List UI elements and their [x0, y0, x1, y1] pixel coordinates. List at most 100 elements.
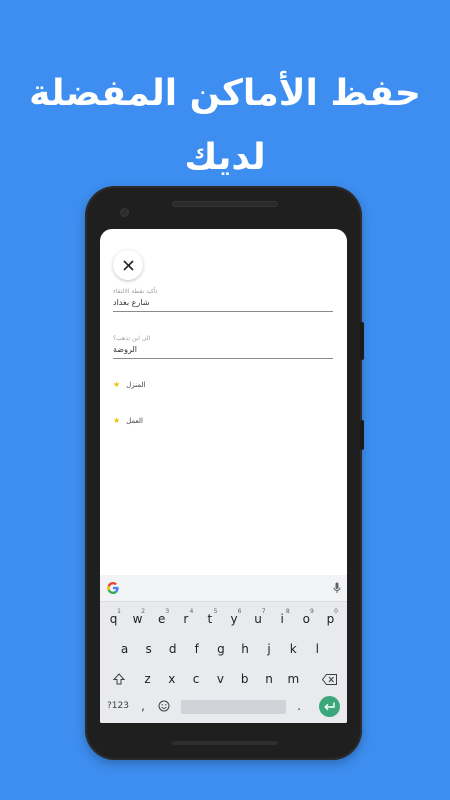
key-hint: 7: [261, 608, 266, 615]
star-icon: ★: [113, 416, 121, 425]
app-screen: تأكيد نقطة الالتقاء شارع بغداد الى اين ت…: [100, 229, 347, 723]
key-label: i: [280, 612, 284, 626]
soft-keyboard: q1w2e3r4t5y6u7i8o9p0 asdfghjkl zxcvbnm ?…: [100, 575, 347, 723]
key-m[interactable]: m: [283, 667, 304, 691]
comma-key[interactable]: ,: [136, 696, 150, 716]
key-c[interactable]: c: [186, 667, 207, 691]
destination-input[interactable]: الروضة: [113, 343, 333, 357]
key-r[interactable]: r4: [175, 607, 196, 631]
key-y[interactable]: y6: [224, 607, 245, 631]
key-label: y: [230, 612, 238, 626]
key-a[interactable]: a: [114, 637, 135, 661]
keyboard-toolbar: [100, 575, 347, 602]
key-label: g: [217, 642, 225, 656]
key-label: d: [168, 642, 177, 656]
key-b[interactable]: b: [234, 667, 255, 691]
power-button: [360, 322, 364, 360]
microphone-icon[interactable]: [333, 582, 341, 594]
key-label: c: [192, 672, 200, 686]
period-key[interactable]: .: [292, 696, 306, 716]
key-s[interactable]: s: [138, 637, 159, 661]
pickup-input[interactable]: شارع بغداد: [113, 296, 333, 310]
key-label: v: [216, 672, 224, 686]
key-d[interactable]: d: [162, 637, 183, 661]
key-label: o: [302, 612, 310, 626]
space-bar[interactable]: [181, 700, 286, 714]
pickup-label: تأكيد نقطة الالتقاء: [113, 288, 158, 295]
key-w[interactable]: w2: [127, 607, 148, 631]
key-hint: 0: [334, 608, 338, 615]
key-label: j: [267, 642, 271, 656]
destination-field[interactable]: الى اين تذهب؟ الروضة: [113, 335, 333, 359]
key-h[interactable]: h: [235, 637, 256, 661]
key-label: m: [287, 672, 300, 686]
key-label: l: [315, 642, 319, 656]
key-label: b: [240, 672, 249, 686]
key-k[interactable]: k: [283, 637, 304, 661]
key-f[interactable]: f: [186, 637, 207, 661]
key-hint: 5: [213, 608, 218, 615]
favorite-home-label: المنزل: [126, 381, 146, 389]
key-hint: 4: [189, 608, 194, 615]
key-q[interactable]: q1: [103, 607, 124, 631]
backspace-icon: [321, 673, 337, 685]
close-icon: [122, 259, 134, 271]
key-o[interactable]: o9: [296, 607, 317, 631]
key-label: n: [265, 672, 273, 686]
favorite-home[interactable]: ★ المنزل: [113, 380, 145, 390]
backspace-key[interactable]: [317, 667, 341, 691]
key-u[interactable]: u7: [248, 607, 269, 631]
key-label: f: [194, 642, 199, 656]
key-label: a: [120, 642, 129, 656]
key-hint: 1: [117, 608, 121, 615]
key-label: q: [109, 612, 118, 626]
key-i[interactable]: i8: [272, 607, 293, 631]
shift-icon: [112, 673, 125, 685]
front-camera: [120, 208, 129, 217]
enter-icon: [324, 702, 335, 711]
key-label: u: [254, 612, 262, 626]
key-hint: 6: [237, 608, 242, 615]
symbols-key[interactable]: ?123: [104, 696, 132, 716]
key-label: z: [144, 672, 151, 686]
emoji-icon: [158, 700, 170, 712]
top-speaker: [172, 201, 278, 207]
shift-key[interactable]: [108, 667, 129, 691]
headline: حفظ الأماكن المفضلة لديك: [29, 73, 421, 178]
google-icon[interactable]: [106, 581, 120, 595]
favorite-work[interactable]: ★ العمل: [113, 416, 143, 426]
key-label: h: [241, 642, 249, 656]
destination-label: الى اين تذهب؟: [113, 335, 151, 342]
key-hint: 2: [141, 608, 146, 615]
key-label: k: [289, 642, 297, 656]
key-label: e: [157, 612, 166, 626]
key-j[interactable]: j: [259, 637, 280, 661]
pickup-field[interactable]: تأكيد نقطة الالتقاء شارع بغداد: [113, 288, 333, 312]
key-hint: 9: [309, 608, 314, 615]
destination-underline: [113, 358, 333, 359]
bottom-speaker: [172, 741, 278, 745]
key-label: r: [183, 612, 189, 626]
enter-key[interactable]: [319, 696, 340, 717]
key-label: t: [207, 612, 213, 626]
key-label: x: [168, 672, 176, 686]
close-button[interactable]: [113, 250, 143, 280]
key-v[interactable]: v: [210, 667, 231, 691]
key-z[interactable]: z: [137, 667, 158, 691]
key-g[interactable]: g: [210, 637, 231, 661]
volume-button: [360, 420, 364, 450]
emoji-key[interactable]: [155, 696, 173, 716]
key-label: p: [326, 612, 335, 626]
star-icon: ★: [113, 380, 121, 389]
favorite-work-label: العمل: [126, 417, 143, 425]
key-hint: 3: [165, 608, 170, 615]
key-n[interactable]: n: [259, 667, 280, 691]
key-l[interactable]: l: [307, 637, 328, 661]
key-e[interactable]: e3: [151, 607, 172, 631]
pickup-underline: [113, 311, 333, 312]
key-hint: 8: [285, 608, 290, 615]
key-p[interactable]: p0: [320, 607, 341, 631]
key-label: s: [145, 642, 152, 656]
key-x[interactable]: x: [161, 667, 182, 691]
key-t[interactable]: t5: [199, 607, 220, 631]
